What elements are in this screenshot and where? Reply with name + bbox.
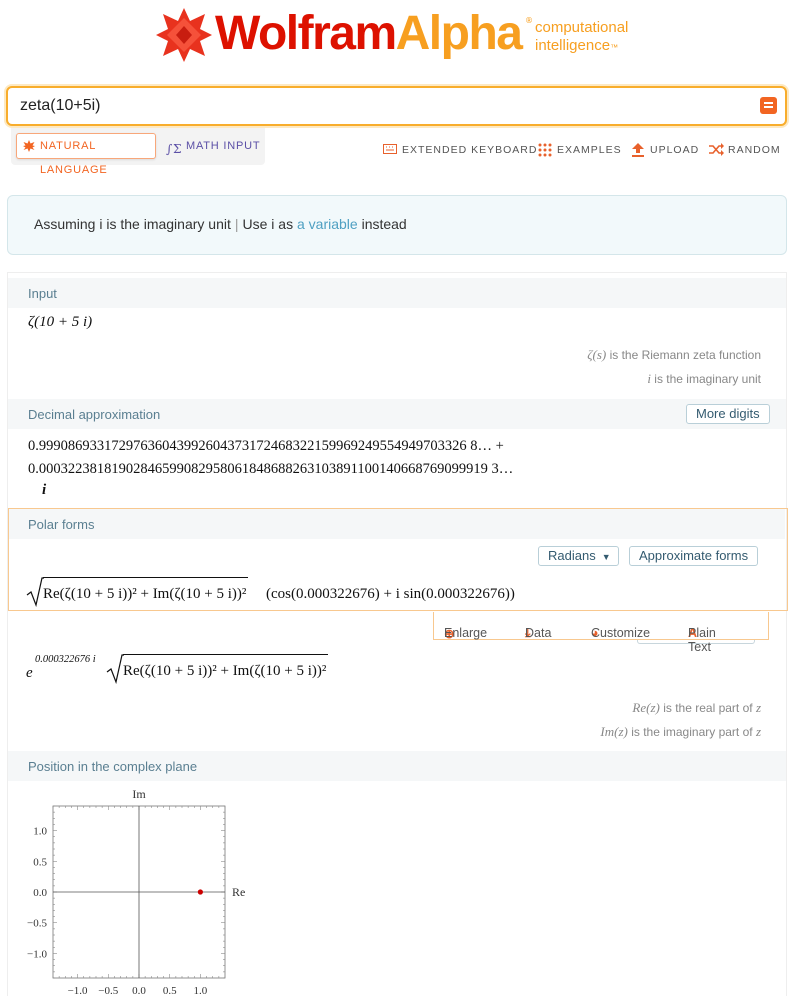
more-digits-button[interactable]: More digits: [686, 404, 770, 424]
math-input-button[interactable]: ∫Σ MATH INPUT: [166, 133, 260, 159]
approximate-forms-button[interactable]: Approximate forms: [629, 546, 759, 566]
x-tick-label: 1.0: [194, 985, 208, 996]
im-note-symbol: Im(z): [600, 724, 628, 739]
shuffle-icon: [709, 143, 724, 156]
im-note: Im(z) is the imaginary part of z: [600, 724, 761, 740]
assumption-statement: Assuming i is the imaginary unit: [34, 216, 231, 232]
exp-base: e: [26, 665, 33, 681]
complex-plane-pod-header: Position in the complex plane: [8, 751, 786, 781]
logo-wordmark: WolframAlpha: [215, 6, 523, 62]
imaginary-note-symbol: i: [647, 371, 651, 386]
assumption-separator: |: [234, 216, 239, 232]
chevron-down-icon: ▼: [601, 552, 611, 562]
zeta-note-symbol: ζ(s): [587, 347, 607, 362]
upload-button[interactable]: UPLOAD: [631, 143, 699, 157]
natural-language-button[interactable]: NATURAL LANGUAGE: [16, 133, 156, 176]
imaginary-note: i is the imaginary unit: [647, 371, 761, 387]
y-tick-label: 1.0: [33, 826, 47, 838]
pod-toolbar: ⊕ Enlarge ⤓ Data ◕ Customize A Plain Tex…: [433, 612, 769, 654]
extended-keyboard-label: EXTENDED KEYBOARD: [402, 144, 538, 156]
decimal-line-1: 0.99908693317297636043992604373172468322…: [28, 438, 504, 454]
assumption-box: Assuming i is the imaginary unit | Use i a…: [7, 195, 787, 255]
results-panel: Input ζ(10 + 5 i) ζ(s) is the Riemann ze…: [7, 272, 788, 996]
input-mode-bar: NATURAL LANGUAGE ∫Σ MATH INPUT: [11, 128, 265, 176]
zeta-note-text: is the Riemann zeta function: [609, 348, 761, 362]
polar-sqrt-content-2: Re(ζ(10 + 5 i))² + Im(ζ(10 + 5 i))²: [123, 654, 329, 680]
decimal-pod-title: Decimal approximation: [28, 407, 161, 422]
complex-plane-chart: −1.0 −0.5 0.0 0.5 1.0 1.0 0.5 0.0 −0.5 −1.0 Re Im: [27, 787, 245, 996]
assumption-alt-suffix: instead: [361, 216, 407, 232]
x-tick-label: −1.0: [68, 985, 88, 996]
radians-dropdown[interactable]: Radians ▼: [538, 546, 619, 566]
search-box[interactable]: zeta(10+5i): [6, 86, 787, 126]
imaginary-note-text: is the imaginary unit: [654, 372, 761, 386]
sqrt-sign-2: [106, 654, 124, 684]
plot-points: [197, 889, 203, 895]
re-note-text: is the real part of: [663, 701, 753, 715]
y-tick-label: −0.5: [27, 918, 47, 930]
zeta-value-point: [197, 889, 203, 895]
radians-label: Radians: [548, 548, 596, 563]
polar-pod-title: Polar forms: [28, 517, 95, 532]
math-input-icon: ∫Σ: [166, 142, 183, 156]
wolframalpha-logo[interactable]: WolframAlpha ® computational intelligenc…: [155, 6, 655, 66]
tagline-line2: intelligence: [535, 37, 611, 54]
examples-grid-icon: [538, 143, 552, 157]
re-note: Re(z) is the real part of z: [632, 700, 761, 716]
im-note-text: is the imaginary part of: [631, 725, 753, 739]
zeta-note: ζ(s) is the Riemann zeta function: [587, 347, 761, 363]
upload-icon: [632, 143, 644, 157]
logo-tagline: computational intelligence™: [535, 19, 628, 57]
data-label: Data: [525, 626, 552, 640]
input-pod-title: Input: [28, 286, 57, 301]
variable-link[interactable]: a variable: [297, 216, 358, 232]
x-tick-label: 0.5: [163, 985, 177, 996]
assumption-alt-prefix: Use i as: [242, 216, 294, 232]
y-tick-label: 0.0: [33, 887, 47, 899]
enlarge-label: Enlarge: [444, 626, 488, 640]
keyboard-icon: [383, 144, 397, 154]
x-tick-label: 0.0: [132, 985, 146, 996]
re-note-symbol: Re(z): [632, 700, 660, 715]
decimal-line-3: i: [42, 482, 47, 498]
input-expression: ζ(10 + 5 i): [28, 314, 92, 331]
polar-trig-part: (cos(0.000322676) + i sin(0.000322676)): [266, 586, 515, 602]
trademark-mark: ™: [610, 43, 619, 52]
wolfram-star-icon: [156, 8, 212, 62]
polar-pod-header: Polar forms: [9, 509, 785, 539]
complex-plane-pod-title: Position in the complex plane: [28, 759, 198, 774]
decimal-line-2: 0.00032238181902846599082958061848688263…: [28, 461, 514, 477]
polar-sqrt-content-1: Re(ζ(10 + 5 i))² + Im(ζ(10 + 5 i))²: [43, 577, 249, 603]
assumption-text: Assuming i is the imaginary unit | Use i a…: [34, 216, 407, 232]
examples-button[interactable]: EXAMPLES: [538, 143, 622, 157]
plain-text-label: Plain Text: [688, 626, 716, 654]
x-tick-label: −0.5: [98, 985, 118, 996]
sqrt-sign-1: [26, 577, 44, 607]
logo-alpha: Alpha: [395, 7, 523, 60]
customize-label: Customize: [591, 626, 651, 640]
registered-mark: ®: [525, 16, 533, 25]
y-tick-label: 0.5: [33, 856, 47, 868]
math-input-label: MATH INPUT: [186, 140, 261, 152]
tagline-line1: computational: [535, 19, 629, 36]
re-note-var: z: [755, 700, 761, 715]
x-axis-label: Re: [232, 885, 245, 899]
y-tick-label: −1.0: [27, 948, 47, 960]
logo-wolfram: Wolfram: [215, 7, 397, 60]
random-button[interactable]: RANDOM: [709, 143, 781, 157]
y-axis-label: Im: [132, 787, 146, 801]
input-expression-text: ζ(10 + 5 i): [28, 314, 93, 330]
extended-keyboard-button[interactable]: EXTENDED KEYBOARD: [383, 143, 537, 157]
natural-language-label: NATURAL LANGUAGE: [40, 140, 108, 176]
decimal-pod-header: Decimal approximation More digits: [8, 399, 786, 429]
im-note-var: z: [755, 724, 761, 739]
search-input[interactable]: zeta(10+5i): [20, 97, 101, 115]
input-pod-header: Input: [8, 278, 786, 308]
compute-button[interactable]: [760, 97, 777, 114]
wolfram-star-small-icon: [23, 140, 35, 152]
exp-power: 0.000322676 i: [35, 654, 96, 665]
